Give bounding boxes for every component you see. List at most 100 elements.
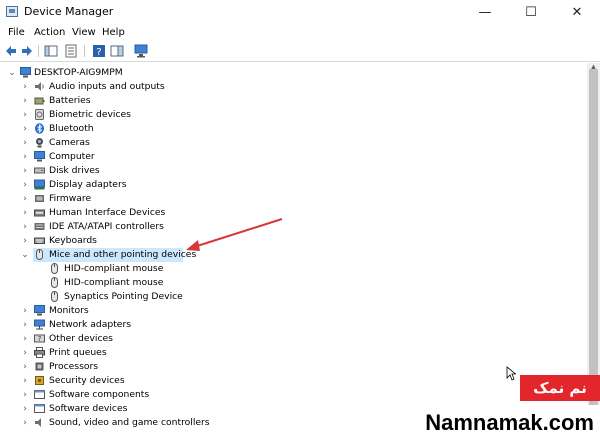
tree-item[interactable]: › Disk drives (0, 164, 588, 178)
tree-item[interactable]: › Firmware (0, 192, 588, 206)
disk-icon (34, 167, 45, 174)
action-pane-icon[interactable] (110, 44, 124, 58)
tree-item-label: Software components (49, 389, 150, 400)
expand-chevron-icon[interactable]: › (20, 375, 30, 387)
expand-chevron-icon[interactable]: › (20, 221, 30, 233)
tree-child-item[interactable]: HID-compliant mouse (0, 276, 588, 290)
properties-icon[interactable] (64, 44, 78, 58)
tree-child-label: Synaptics Pointing Device (64, 291, 183, 302)
tree-item-label: Disk drives (49, 165, 100, 176)
expand-chevron-icon[interactable]: › (20, 151, 30, 163)
tree-item[interactable]: › Audio inputs and outputs (0, 80, 588, 94)
tree-item[interactable]: › Software components (0, 388, 588, 402)
minimize-button[interactable]: — (462, 0, 508, 24)
tree-item[interactable]: › Display adapters (0, 178, 588, 192)
expand-chevron-icon[interactable]: › (20, 137, 30, 149)
keyboard-icon (34, 237, 45, 244)
scan-hardware-changes-icon[interactable] (134, 44, 148, 58)
menu-view[interactable]: View (72, 27, 96, 38)
tree-item-label: Bluetooth (49, 123, 94, 134)
toolbar: ? (0, 42, 600, 62)
mouse-icon (51, 263, 58, 274)
tree-item-label: IDE ATA/ATAPI controllers (49, 221, 164, 232)
toolbar-separator (84, 45, 85, 57)
menu-help[interactable]: Help (102, 27, 125, 38)
tree-item-label: Display adapters (49, 179, 127, 190)
show-hide-console-tree-icon[interactable] (44, 44, 58, 58)
tree-item[interactable]: › Human Interface Devices (0, 206, 588, 220)
annotation-arrow (186, 218, 283, 251)
monitor-icon (34, 305, 45, 316)
expand-chevron-icon[interactable]: › (20, 81, 30, 93)
expand-chevron-icon[interactable]: › (20, 207, 30, 219)
tree-item[interactable]: › Computer (0, 150, 588, 164)
tree-item-label: Network adapters (49, 319, 132, 330)
tree-item-label: Audio inputs and outputs (49, 81, 165, 92)
expand-chevron-icon[interactable]: › (20, 95, 30, 107)
mouse-cursor-icon (506, 366, 516, 381)
expand-chevron-icon[interactable]: › (20, 333, 30, 345)
camera-icon (36, 138, 43, 148)
tree-item[interactable]: › Processors (0, 360, 588, 374)
tree-item-label: Firmware (49, 193, 92, 204)
expand-chevron-icon[interactable]: › (20, 235, 30, 247)
expand-chevron-icon[interactable]: › (20, 417, 30, 429)
tree-item[interactable]: › IDE ATA/ATAPI controllers (0, 220, 588, 234)
expand-chevron-icon[interactable]: › (20, 165, 30, 177)
tree-child-item[interactable]: Synaptics Pointing Device (0, 290, 588, 304)
svg-text:?: ? (38, 335, 42, 343)
watermark-badge: نم نمک (520, 375, 600, 401)
expand-chevron-icon[interactable]: › (20, 389, 30, 401)
maximize-button[interactable]: ☐ (508, 0, 554, 24)
expand-chevron-icon[interactable]: › (20, 361, 30, 373)
tree-item-label: Human Interface Devices (49, 207, 166, 218)
speaker-icon (35, 82, 44, 91)
tree-item[interactable]: › Cameras (0, 136, 588, 150)
tree-item[interactable]: › Biometric devices (0, 108, 588, 122)
tree-item[interactable]: › Security devices (0, 374, 588, 388)
expand-chevron-icon[interactable]: › (20, 179, 30, 191)
expand-chevron-icon[interactable]: › (20, 403, 30, 415)
menu-action[interactable]: Action (34, 27, 65, 38)
tree-item-selected[interactable]: ⌄ Mice and other pointing devices (0, 248, 588, 262)
menu-file[interactable]: File (8, 27, 25, 38)
help-icon[interactable]: ? (92, 44, 106, 58)
back-arrow-icon[interactable] (4, 44, 18, 58)
tree-root-label: DESKTOP-AIG9MPM (34, 67, 123, 78)
fingerprint-icon (35, 109, 44, 120)
tree-item-label: Batteries (49, 95, 91, 106)
tree-item[interactable]: › Keyboards (0, 234, 588, 248)
expand-chevron-icon[interactable]: › (20, 193, 30, 205)
expand-chevron-icon[interactable]: › (20, 109, 30, 121)
close-button[interactable]: ✕ (554, 0, 600, 24)
tree-child-label: HID-compliant mouse (64, 263, 164, 274)
title-bar[interactable]: Device Manager — ☐ ✕ (0, 0, 600, 24)
hid-icon (34, 209, 45, 217)
expand-chevron-icon[interactable]: › (20, 305, 30, 317)
expand-chevron-icon[interactable]: › (20, 347, 30, 359)
computer-icon (20, 67, 31, 78)
device-tree: ⌄ DESKTOP-AIG9MPM › Audio inputs and out… (0, 63, 588, 440)
collapse-chevron-icon[interactable]: ⌄ (20, 249, 30, 261)
software-icon (34, 404, 45, 413)
tree-child-label: HID-compliant mouse (64, 277, 164, 288)
tree-item[interactable]: › Bluetooth (0, 122, 588, 136)
tree-item[interactable]: › Network adapters (0, 318, 588, 332)
scrollbar-thumb[interactable] (589, 69, 598, 414)
bluetooth-icon (35, 123, 44, 134)
tree-child-item[interactable]: HID-compliant mouse (0, 262, 588, 276)
tree-item[interactable]: › ? Other devices (0, 332, 588, 346)
expand-chevron-icon[interactable]: › (20, 319, 30, 331)
tree-item[interactable]: › Batteries (0, 94, 588, 108)
tree-root[interactable]: ⌄ DESKTOP-AIG9MPM (0, 66, 588, 80)
tree-item[interactable]: › Print queues (0, 346, 588, 360)
software-icon (34, 390, 45, 399)
monitor-icon (34, 151, 45, 162)
forward-arrow-icon[interactable] (20, 44, 34, 58)
tree-item-label: Processors (49, 361, 99, 372)
tree-item[interactable]: › Monitors (0, 304, 588, 318)
collapse-chevron-icon[interactable]: ⌄ (7, 67, 17, 79)
battery-icon (34, 97, 45, 105)
tree-item-label: Monitors (49, 305, 89, 316)
expand-chevron-icon[interactable]: › (20, 123, 30, 135)
